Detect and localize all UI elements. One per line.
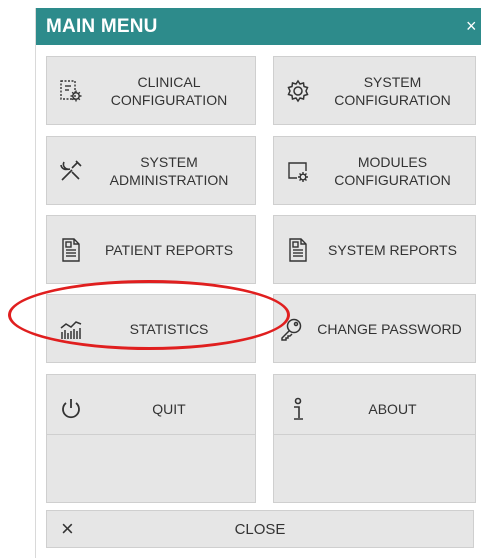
window-gear-icon [284, 157, 312, 185]
chart-icon [57, 315, 85, 343]
modules-configuration-label: MODULES CONFIGURATION [334, 153, 451, 188]
system-reports-button[interactable]: SYSTEM REPORTS [273, 215, 476, 284]
main-menu-window: MAIN MENU × CLINICAL CONFIGURATION SYSTE… [35, 8, 481, 558]
clinical-configuration-button[interactable]: CLINICAL CONFIGURATION [46, 56, 256, 125]
patient-reports-button[interactable]: PATIENT REPORTS [46, 215, 256, 284]
modules-configuration-button[interactable]: MODULES CONFIGURATION [273, 136, 476, 205]
close-button[interactable]: × CLOSE [46, 510, 474, 548]
close-label: CLOSE [234, 521, 286, 538]
empty-tile [46, 434, 256, 503]
about-button[interactable]: ABOUT [273, 374, 476, 443]
clipboard-gear-icon [57, 77, 85, 105]
tools-icon [57, 157, 85, 185]
key-icon [278, 315, 306, 343]
system-reports-label: SYSTEM REPORTS [328, 241, 457, 258]
system-configuration-button[interactable]: SYSTEM CONFIGURATION [273, 56, 476, 125]
report-icon [57, 236, 85, 264]
system-administration-label: SYSTEM ADMINISTRATION [109, 153, 229, 188]
system-administration-button[interactable]: SYSTEM ADMINISTRATION [46, 136, 256, 205]
gear-icon [284, 77, 312, 105]
power-icon [57, 395, 85, 423]
window-title: MAIN MENU [46, 16, 158, 37]
system-configuration-label: SYSTEM CONFIGURATION [334, 73, 451, 108]
clinical-configuration-label: CLINICAL CONFIGURATION [110, 73, 228, 108]
info-icon [284, 395, 312, 423]
statistics-button[interactable]: STATISTICS [46, 294, 256, 363]
patient-reports-label: PATIENT REPORTS [104, 241, 234, 258]
change-password-label: CHANGE PASSWORD [317, 320, 462, 337]
quit-button[interactable]: QUIT [46, 374, 256, 443]
about-label: ABOUT [368, 400, 417, 417]
title-close-icon[interactable]: × [466, 16, 481, 37]
statistics-label: STATISTICS [129, 320, 209, 337]
change-password-button[interactable]: CHANGE PASSWORD [273, 294, 476, 363]
empty-tile [273, 434, 476, 503]
titlebar: MAIN MENU × [36, 8, 481, 45]
quit-label: QUIT [152, 400, 186, 417]
report-icon [284, 236, 312, 264]
